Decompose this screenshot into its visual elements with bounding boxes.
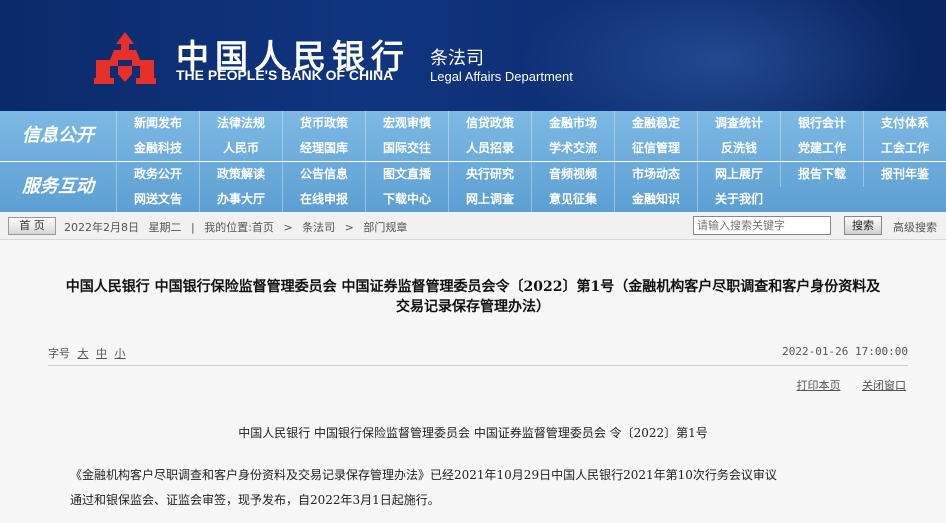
search-button[interactable]: 搜索 — [844, 216, 882, 235]
nav-item[interactable]: 法律法规 — [199, 111, 282, 136]
nav-item[interactable]: 货币政策 — [282, 111, 365, 136]
breadcrumb-bar: 首 页 2022年2月8日 星期二 | 我的位置:首页 > 条法司 > 部门规章… — [0, 212, 946, 240]
print-page-link[interactable]: 打印本页 — [797, 379, 841, 392]
nav-item[interactable]: 征信管理 — [614, 136, 697, 161]
nav-item[interactable]: 在线申报 — [282, 187, 365, 212]
nav-item[interactable]: 政务公开 — [116, 162, 199, 187]
publish-date: 2022-01-26 17:00:00 — [782, 345, 908, 358]
nav-item[interactable]: 党建工作 — [780, 136, 863, 161]
article-actions: 打印本页 关闭窗口 — [779, 377, 907, 393]
nav-item[interactable]: 信贷政策 — [448, 111, 531, 136]
article-paragraph: 《金融机构客户尽职调查和客户身份资料及交易记录保存管理办法》已经2021年10月… — [70, 463, 900, 513]
paragraph-line: 《金融机构客户尽职调查和客户身份资料及交易记录保存管理办法》已经2021年10月… — [70, 468, 777, 482]
main-nav: 信息公开 新闻发布 法律法规 货币政策 宏观审慎 信贷政策 金融市场 金融稳定 … — [0, 111, 946, 212]
nav-item[interactable]: 调查统计 — [697, 111, 780, 136]
close-window-link[interactable]: 关闭窗口 — [862, 379, 906, 392]
banner-shine — [520, 0, 920, 111]
breadcrumb-home[interactable]: 我的位置:首页 — [204, 221, 274, 234]
advanced-search-link[interactable]: 高级搜索 — [893, 219, 937, 235]
breadcrumb-arrow: > — [344, 221, 354, 234]
nav-item[interactable]: 市场动态 — [614, 162, 697, 187]
nav-item[interactable]: 经理国库 — [282, 136, 365, 161]
nav-item[interactable]: 网上展厅 — [697, 162, 780, 187]
font-size-small-button[interactable]: 小 — [115, 347, 126, 360]
nav-item[interactable]: 音频视频 — [531, 162, 614, 187]
breadcrumb: 2022年2月8日 星期二 | 我的位置:首页 > 条法司 > 部门规章 — [64, 219, 413, 235]
dept-name-en: Legal Affairs Department — [430, 69, 573, 84]
article-title-line: 交易记录保存管理办法） — [396, 299, 550, 315]
bank-name-en: THE PEOPLE'S BANK OF CHINA — [176, 67, 394, 83]
nav-row-service-1: 政务公开 政策解读 公告信息 图文直播 央行研究 音频视频 市场动态 网上展厅 … — [116, 162, 946, 187]
nav-item[interactable]: 下载中心 — [365, 187, 448, 212]
nav-item[interactable]: 宏观审慎 — [365, 111, 448, 136]
paragraph-line: 通过和银保监会、证监会审签，现予发布，自2022年3月1日起施行。 — [70, 493, 440, 507]
search-input[interactable] — [693, 216, 831, 235]
nav-row-info-2: 金融科技 人民币 经理国库 国际交往 人员招录 学术交流 征信管理 反洗钱 党建… — [116, 136, 946, 161]
breadcrumb-dept[interactable]: 条法司 — [302, 221, 335, 234]
nav-item[interactable]: 学术交流 — [531, 136, 614, 161]
nav-item[interactable]: 工会工作 — [863, 136, 946, 161]
nav-item[interactable]: 金融市场 — [531, 111, 614, 136]
nav-item[interactable]: 国际交往 — [365, 136, 448, 161]
nav-item[interactable]: 网送文告 — [116, 187, 199, 212]
nav-row-info-1: 新闻发布 法律法规 货币政策 宏观审慎 信贷政策 金融市场 金融稳定 调查统计 … — [116, 111, 946, 136]
nav-item[interactable]: 网上调查 — [448, 187, 531, 212]
nav-section-title-info: 信息公开 — [22, 125, 94, 146]
nav-item[interactable]: 公告信息 — [282, 162, 365, 187]
nav-item[interactable]: 图文直播 — [365, 162, 448, 187]
breadcrumb-arrow: > — [283, 221, 293, 234]
nav-item[interactable]: 反洗钱 — [697, 136, 780, 161]
nav-item[interactable]: 支付体系 — [863, 111, 946, 136]
article-title-line: 中国人民银行 中国银行保险监督管理委员会 中国证券监督管理委员会令〔2022〕第… — [65, 279, 881, 295]
nav-item[interactable]: 人员招录 — [448, 136, 531, 161]
font-size-medium-button[interactable]: 中 — [96, 347, 107, 360]
font-size-large-button[interactable]: 大 — [78, 347, 89, 360]
nav-item[interactable]: 政策解读 — [199, 162, 282, 187]
nav-row-service-2: 网送文告 办事大厅 在线申报 下载中心 网上调查 意见征集 金融知识 关于我们 — [116, 187, 946, 212]
nav-item[interactable]: 央行研究 — [448, 162, 531, 187]
nav-item[interactable]: 新闻发布 — [116, 111, 199, 136]
font-size-label: 字号 — [48, 347, 70, 360]
breadcrumb-sep: | — [191, 221, 195, 234]
nav-item[interactable]: 关于我们 — [697, 187, 780, 212]
breadcrumb-category[interactable]: 部门规章 — [363, 221, 407, 234]
article-content: 中国人民银行 中国银行保险监督管理委员会 中国证券监督管理委员会令〔2022〕第… — [0, 241, 946, 523]
article-meta: 字号 大 中 小 2022-01-26 17:00:00 — [48, 345, 908, 361]
pboc-logo-icon[interactable] — [92, 30, 158, 86]
nav-item[interactable]: 金融科技 — [116, 136, 199, 161]
nav-item[interactable]: 金融知识 — [614, 187, 697, 212]
nav-section-title-service: 服务互动 — [22, 176, 94, 197]
site-banner: 中国人民银行 THE PEOPLE'S BANK OF CHINA 条法司 Le… — [0, 0, 946, 111]
nav-section-service: 服务互动 政务公开 政策解读 公告信息 图文直播 央行研究 音频视频 市场动态 … — [0, 162, 946, 212]
dept-name-cn: 条法司 — [430, 48, 484, 69]
nav-item[interactable]: 报告下载 — [780, 162, 863, 187]
nav-item[interactable]: 报刊年鉴 — [863, 162, 946, 187]
current-date: 2022年2月8日 — [64, 221, 139, 234]
current-weekday: 星期二 — [148, 221, 182, 234]
font-size-control: 字号 大 中 小 — [48, 345, 126, 361]
nav-item[interactable]: 意见征集 — [531, 187, 614, 212]
nav-item[interactable]: 银行会计 — [780, 111, 863, 136]
nav-section-info: 信息公开 新闻发布 法律法规 货币政策 宏观审慎 信贷政策 金融市场 金融稳定 … — [0, 111, 946, 161]
order-number-line: 中国人民银行 中国银行保险监督管理委员会 中国证券监督管理委员会 令〔2022〕… — [238, 426, 708, 440]
nav-item[interactable]: 办事大厅 — [199, 187, 282, 212]
nav-item[interactable]: 金融稳定 — [614, 111, 697, 136]
meta-divider — [48, 365, 908, 366]
nav-item[interactable]: 人民币 — [199, 136, 282, 161]
article-title: 中国人民银行 中国银行保险监督管理委员会 中国证券监督管理委员会令〔2022〕第… — [0, 277, 946, 317]
home-button[interactable]: 首 页 — [8, 217, 56, 235]
